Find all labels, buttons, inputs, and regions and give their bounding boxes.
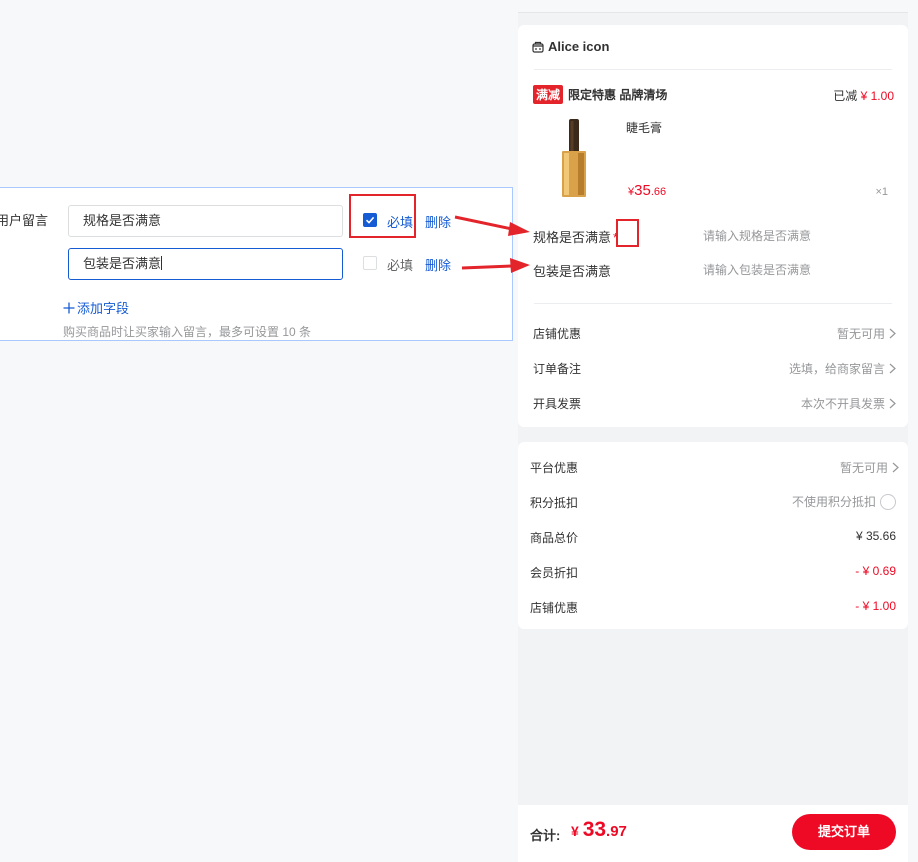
cell-label: 积分抵扣 [530,496,579,510]
annotation-box-required [349,194,416,238]
chevron-right-icon [889,363,896,374]
total-dec: .97 [606,823,627,840]
checkout-bar: 合计: ¥ 33.97 提交订单 [518,805,908,862]
cell-label: 开具发票 [533,397,582,411]
promo-title: 限定特惠 品牌清场 [568,88,668,102]
chevron-right-icon [889,398,896,409]
cell-value: ¥ 35.66 [855,529,896,543]
total-int: 33 [582,818,607,841]
product-price: ¥35.66 [628,182,666,199]
cell-value: 选填，给商家留言 [789,360,896,377]
promo-discount-value: ¥ 1.00 [860,89,894,103]
product-qty: ×1 [875,186,888,198]
submit-order-button[interactable]: 提交订单 [792,814,896,850]
divider [534,303,892,304]
mascara-product-image [562,119,586,197]
cell-order-remark[interactable]: 订单备注 选填，给商家留言 [518,351,908,386]
message-input-2[interactable]: 请输入包装是否满意 [703,261,811,278]
cell-value-text: 选填，给商家留言 [788,362,885,376]
price-summary-card: 平台优惠 暂无可用 积分抵扣 不使用积分抵扣 商品总价 ¥ 35.66 会员折扣… [518,442,908,629]
cell-value: 暂无可用 [837,325,896,342]
total-label: 合计: [530,828,561,843]
field-input-1-value: 规格是否满意 [83,213,162,228]
field-input-2-value: 包装是否满意 [83,256,162,271]
price-dec: .66 [650,186,667,198]
plus-icon [63,302,75,313]
cell-value: 不使用积分抵扣 [792,493,896,510]
price-int: 35 [634,182,651,199]
promo-tag: 满减 [533,85,564,104]
form-label: 用户留言 [0,213,49,228]
message-label-1-text: 规格是否满意 [533,230,612,245]
add-field-button[interactable]: 添加字段 [63,298,129,317]
cell-value: - ¥ 0.69 [855,564,896,578]
total-symbol: ¥ [571,823,579,839]
cell-invoice[interactable]: 开具发票 本次不开具发票 [518,386,908,421]
promo-discount: 已减 ¥ 1.00 [833,87,894,104]
form-hint: 购买商品时让买家输入留言，最多可设置 10 条 [63,325,312,339]
cell-shop-discount-total: 店铺优惠 - ¥ 1.00 [518,590,908,625]
field-input-1[interactable]: 规格是否满意 [68,205,343,237]
message-config-panel: 用户留言 规格是否满意 必填 删除 包装是否满意 必填 删除 添加字段 购买商品… [0,187,513,341]
message-input-1[interactable]: 请输入规格是否满意 [703,227,811,244]
cell-label: 平台优惠 [530,461,579,475]
cell-label: 会员折扣 [530,566,579,580]
cell-value: 暂无可用 [840,459,899,476]
chevron-right-icon [889,328,896,339]
text-caret [161,256,163,270]
field-input-2[interactable]: 包装是否满意 [68,248,343,280]
promo-row: 满减 限定特惠 品牌清场 [533,85,667,104]
total-amount: ¥ 33.97 [571,818,627,842]
cell-value: 本次不开具发票 [801,395,896,412]
promo-discount-prefix: 已减 [833,89,858,103]
cell-label: 店铺优惠 [530,601,579,615]
message-label-2-text: 包装是否满意 [533,264,612,279]
cell-points-deduction[interactable]: 积分抵扣 不使用积分抵扣 [518,485,908,520]
cell-shop-discount[interactable]: 店铺优惠 暂无可用 [518,316,908,351]
divider [534,69,892,70]
message-label-1: 规格是否满意 * [533,227,618,246]
shop-card: Alice icon 满减 限定特惠 品牌清场 已减 ¥ 1.00 睫毛膏 ¥3… [518,25,908,427]
shop-header: Alice icon [532,39,609,54]
cell-label: 商品总价 [530,531,579,545]
message-label-2: 包装是否满意 [533,261,611,280]
cell-value-text: 暂无可用 [836,327,885,341]
shop-icon [532,41,544,53]
required-label-2[interactable]: 必填 [387,255,413,274]
cell-platform-discount[interactable]: 平台优惠 暂无可用 [518,450,908,485]
radio-button[interactable] [880,493,896,510]
cell-member-discount: 会员折扣 - ¥ 0.69 [518,555,908,590]
cell-value-text: 暂无可用 [839,461,888,475]
cell-value: - ¥ 1.00 [855,599,896,613]
shop-name: Alice icon [548,39,610,54]
add-field-label: 添加字段 [77,301,130,316]
cell-goods-total: 商品总价 ¥ 35.66 [518,520,908,555]
mobile-preview: Alice icon 满减 限定特惠 品牌清场 已减 ¥ 1.00 睫毛膏 ¥3… [518,12,908,862]
cell-label: 订单备注 [533,362,582,376]
delete-link-2[interactable]: 删除 [425,255,451,274]
cell-label: 店铺优惠 [533,327,582,341]
cell-value-text: 本次不开具发票 [800,397,885,411]
delete-link-1[interactable]: 删除 [425,212,451,231]
cell-value-text: 不使用积分抵扣 [791,495,876,509]
product-name: 睫毛膏 [626,121,663,135]
required-checkbox-2[interactable] [363,256,377,270]
annotation-box-star [616,219,639,247]
chevron-right-icon [892,462,899,473]
